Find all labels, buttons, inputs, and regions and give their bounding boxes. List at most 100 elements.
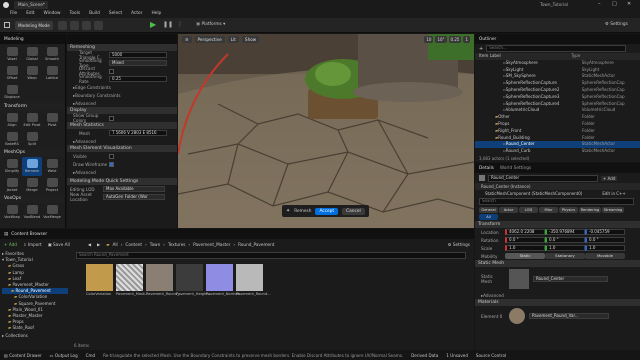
outliner-row[interactable]: ▫ SphereReflectionCapture SphereReflectio… xyxy=(475,80,640,87)
merge-tool[interactable]: Merge xyxy=(22,176,42,195)
item-label-header[interactable]: Item Label xyxy=(479,53,571,60)
back-arrow-icon[interactable]: ◀ xyxy=(88,242,91,247)
outliner-row[interactable]: ▰ Right_Front Folder xyxy=(475,128,640,135)
meshops-section-header[interactable]: MeshOps xyxy=(0,149,65,157)
pivot-tool[interactable]: Pivot xyxy=(42,111,62,130)
outliner-row[interactable]: ▰ Round_Building Folder xyxy=(475,135,640,142)
filter-general[interactable]: General xyxy=(479,207,498,213)
source-control-button[interactable]: Source Control xyxy=(476,353,506,358)
show-group-colors-checkbox[interactable] xyxy=(109,115,114,121)
edit-pivot-tool[interactable]: Edit Pivot xyxy=(22,111,42,130)
mobility-static[interactable]: Static xyxy=(505,253,545,259)
outliner-row[interactable]: ▫ SphereReflectionCapture4 SphereReflecti… xyxy=(475,101,640,108)
actor-name-input[interactable]: Round_Center xyxy=(488,174,598,182)
save-all-button[interactable]: ▣ Save All xyxy=(48,242,70,247)
outliner-row[interactable]: ▫ SphereReflectionCapture3 SphereReflecti… xyxy=(475,94,640,101)
menu-select[interactable]: Select xyxy=(109,11,122,16)
details-tab[interactable]: Details xyxy=(479,166,494,171)
outliner-row[interactable]: ▫ SkyAtmosphere SkyAtmosphere xyxy=(475,60,640,67)
add-icon[interactable]: + xyxy=(479,46,483,52)
collections-header[interactable]: ▸ Collections xyxy=(2,333,68,339)
project-tool[interactable]: Project xyxy=(42,176,62,195)
outliner-row[interactable]: ▫ SM_SkySphere StaticMeshActor xyxy=(475,73,640,80)
edit-in-cpp-link[interactable]: Edit in C++ xyxy=(602,191,625,196)
perspective-button[interactable]: Perspective xyxy=(194,36,225,43)
menu-actor[interactable]: Actor xyxy=(131,11,142,16)
filter-rendering[interactable]: Rendering xyxy=(579,207,601,213)
transform-section-header[interactable]: Transform xyxy=(0,103,65,111)
quick-settings-header[interactable]: Modeling Mode Quick Settings xyxy=(67,178,177,185)
displace-tool[interactable]: Displace xyxy=(2,83,22,102)
scale-snap[interactable]: 0.25 xyxy=(448,36,462,43)
instance-row[interactable]: Round_Center (Instance) xyxy=(475,183,640,190)
rotation-snap[interactable]: 10° xyxy=(435,36,447,43)
filter-streaming[interactable]: Streaming xyxy=(602,207,624,213)
derived-data-button[interactable]: Derived Data xyxy=(411,353,438,358)
unsaved-button[interactable]: 1 Unsaved xyxy=(446,353,468,358)
discard-attributes-checkbox[interactable] xyxy=(109,68,114,74)
content-browser-tab[interactable]: Content Browser xyxy=(11,232,47,237)
level-tab[interactable]: Main_Scene* xyxy=(14,1,48,9)
filter-physics[interactable]: Physics xyxy=(559,207,578,213)
import-button[interactable]: ⇩ Import xyxy=(23,242,42,247)
platforms-button[interactable]: ▣ Platforms ▾ xyxy=(196,22,225,27)
warp-tool[interactable]: Warp xyxy=(22,64,42,83)
rotation-x-input[interactable]: 0.0 ° xyxy=(505,237,545,243)
component-row[interactable]: StaticMeshComponent (StaticMeshComponent… xyxy=(475,190,640,197)
outliner-tab[interactable]: Outliner xyxy=(479,37,496,42)
breadcrumb-town[interactable]: Town xyxy=(150,242,161,247)
asset-tile[interactable]: Pavement_Normal... xyxy=(206,264,242,296)
asset-search-input[interactable]: Search Round_Pavement xyxy=(76,252,466,259)
asset-tile[interactable]: Pavement_Height... xyxy=(176,264,211,296)
play-icon[interactable]: ▶ xyxy=(150,20,156,29)
type-header[interactable]: Type xyxy=(571,53,580,60)
static-mesh-header[interactable]: Static Mesh xyxy=(475,260,640,267)
location-x-input[interactable]: 4062.0 2208 xyxy=(505,229,545,235)
outliner-row[interactable]: ▫ VolumetricCloud VolumetricCloud xyxy=(475,107,640,114)
asset-tile[interactable]: Pavement_Round... xyxy=(236,264,271,296)
accept-button[interactable]: Accept xyxy=(315,207,339,215)
mesh-statistics-header[interactable]: Mesh Statistics xyxy=(67,122,177,129)
voxel-tool[interactable]: Voxel xyxy=(2,45,22,64)
cb-add-button[interactable]: + Add xyxy=(4,242,17,247)
filter-all[interactable]: All xyxy=(479,214,498,220)
menu-tools[interactable]: Tools xyxy=(69,11,80,16)
cinematics-icon[interactable] xyxy=(94,21,103,30)
mesh-element-visualization-header[interactable]: Mesh Element Visualization xyxy=(67,145,177,152)
rotation-y-input[interactable]: 0.0 ° xyxy=(545,237,585,243)
menu-file[interactable]: File xyxy=(10,11,17,16)
smoothing-type-dropdown[interactable]: Mixed xyxy=(109,60,167,66)
output-log-button[interactable]: ▭ Output Log xyxy=(50,353,78,358)
global-tool[interactable]: Global xyxy=(22,45,42,64)
close-icon[interactable]: ✕ xyxy=(627,1,631,7)
cmd-button[interactable]: Cmd xyxy=(86,353,95,358)
select-mode-icon[interactable] xyxy=(58,21,67,30)
menu-edit[interactable]: Edit xyxy=(26,11,34,16)
mobility-movable[interactable]: Movable xyxy=(585,253,625,259)
menu-build[interactable]: Build xyxy=(89,11,100,16)
outliner-row[interactable]: ▫ SphereReflectionCapture2 SphereReflecti… xyxy=(475,87,640,94)
editing-lod-dropdown[interactable]: Max Available xyxy=(103,186,165,192)
asset-tile[interactable]: Pavement_Round_... xyxy=(146,264,182,296)
scale-x-input[interactable]: 1.0 xyxy=(505,245,545,251)
transform-header[interactable]: Transform xyxy=(475,221,640,228)
menu-help[interactable]: Help xyxy=(151,11,161,16)
voxwrap-tool[interactable]: VoxWrap xyxy=(2,203,22,222)
draw-wireframe-checkbox[interactable] xyxy=(109,161,114,167)
add-component-button[interactable]: + Add xyxy=(601,175,618,181)
location-y-input[interactable]: -350.976894 xyxy=(545,229,585,235)
remesh-tool[interactable]: Remesh xyxy=(22,157,42,176)
cb-settings-button[interactable]: ⚙ Settings xyxy=(448,242,470,247)
show-button[interactable]: Show xyxy=(241,36,260,43)
camera-speed[interactable]: 1 xyxy=(463,36,470,43)
grid-snap[interactable]: 10 xyxy=(424,36,434,43)
breadcrumb-all[interactable]: All xyxy=(113,242,118,247)
options-icon[interactable]: ⋮ xyxy=(177,21,183,28)
target-triangle-input[interactable]: 5000 xyxy=(109,52,167,58)
filter-lod[interactable]: LOD xyxy=(519,207,538,213)
materials-header[interactable]: Materials xyxy=(475,299,640,306)
mobility-stationary[interactable]: Stationary xyxy=(545,253,585,259)
breadcrumb-textures[interactable]: Textures xyxy=(168,242,186,247)
new-asset-location-dropdown[interactable]: AutoGen Folder (Wor xyxy=(103,194,165,200)
outliner-row[interactable]: ▰ Other Folder xyxy=(475,114,640,121)
